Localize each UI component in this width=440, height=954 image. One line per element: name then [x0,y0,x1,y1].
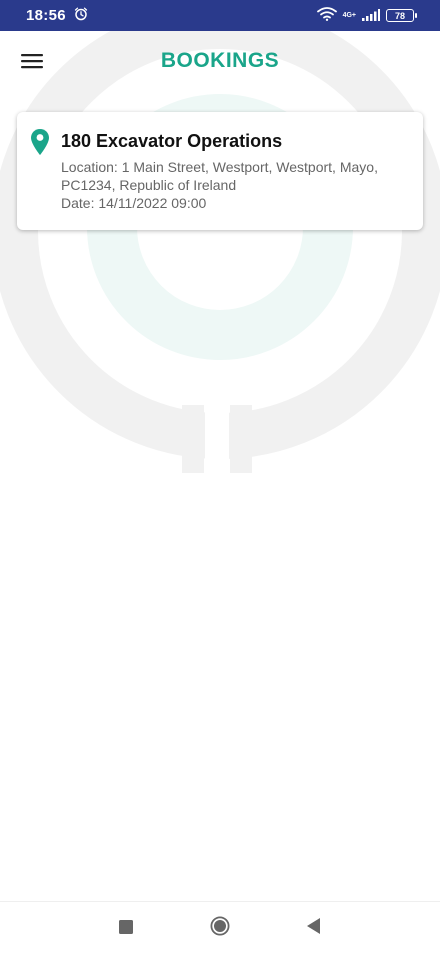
back-button[interactable] [302,916,326,940]
battery-icon: 78 [386,9,417,22]
home-icon [210,916,230,940]
background-logo-watermark [0,31,440,473]
status-bar: 18:56 4G+ 78 [0,0,440,31]
app-header: BOOKINGS [0,31,440,95]
booking-card-body: 180 Excavator Operations Location: 1 Mai… [61,130,409,212]
recent-apps-button[interactable] [114,916,138,940]
booking-title: 180 Excavator Operations [61,131,283,151]
battery-level: 78 [394,10,405,21]
booking-card[interactable]: 180 Excavator Operations Location: 1 Mai… [17,112,423,230]
back-icon [307,918,321,938]
wifi-icon [316,6,337,25]
map-pin-icon [31,129,53,159]
alarm-icon [74,6,88,25]
recent-apps-icon [119,919,133,938]
status-right: 4G+ 78 [316,6,417,25]
network-type: 4G+ [342,12,356,19]
home-button[interactable] [208,916,232,940]
page-title: BOOKINGS [160,49,280,72]
booking-card-row: 180 Excavator Operations Location: 1 Mai… [31,129,409,212]
booking-date: Date: 14/11/2022 09:00 [61,195,207,211]
system-nav-bar [0,901,440,954]
status-left: 18:56 [26,6,88,25]
signal-icon [362,6,380,25]
status-time: 18:56 [26,7,66,24]
app-screen: BOOKINGS 180 Excavator Operations Locati… [0,31,440,901]
booking-location: Location: 1 Main Street, Westport, Westp… [61,159,378,193]
